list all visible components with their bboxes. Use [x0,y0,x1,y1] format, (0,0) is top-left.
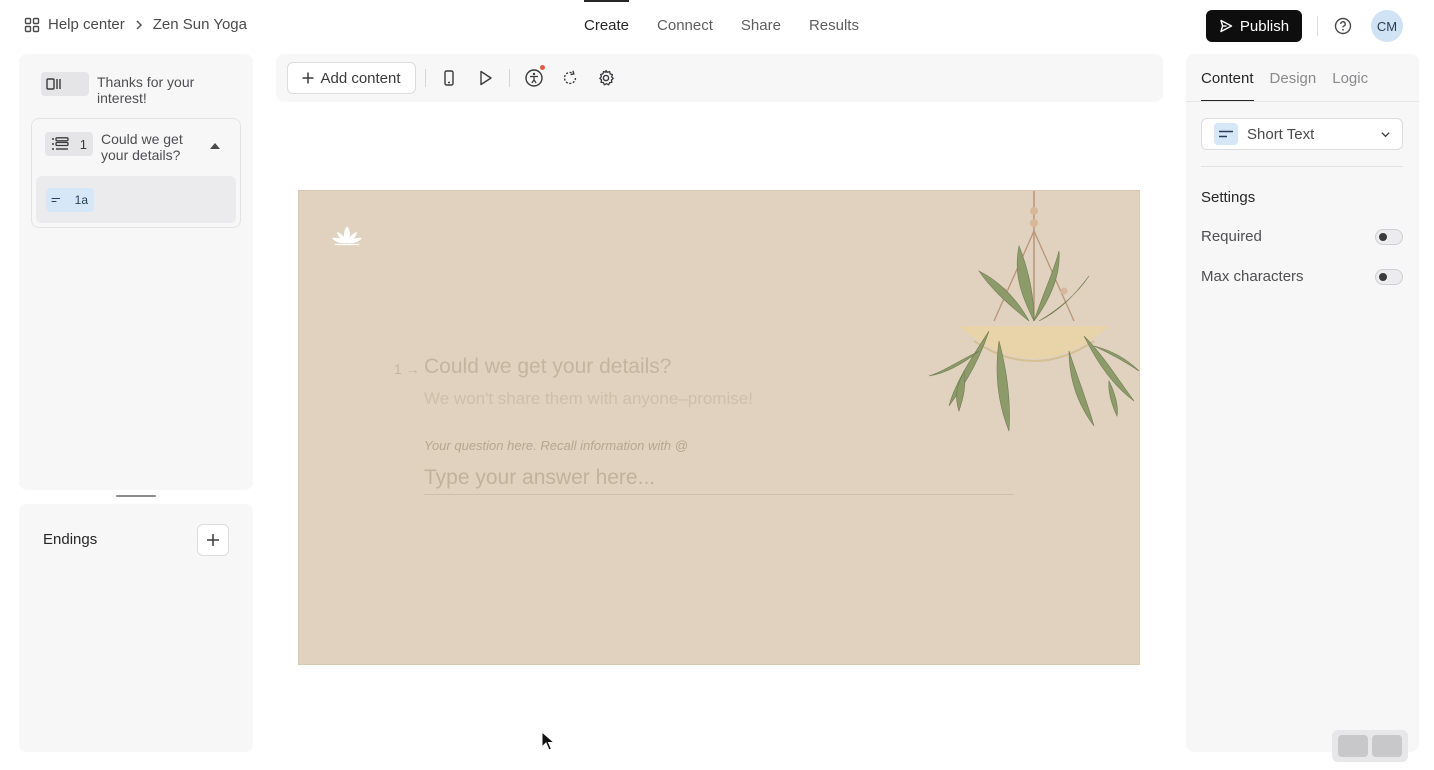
add-content-label: Add content [320,69,401,87]
welcome-text: Thanks for your interest! [97,74,195,106]
section-divider [1201,166,1403,167]
tab-logic[interactable]: Logic [1332,54,1368,102]
canvas-question-hint[interactable]: Your question here. Recall information w… [424,438,688,453]
loop-icon[interactable] [560,68,580,88]
settings-heading: Settings [1201,189,1256,206]
plus-icon [302,72,314,84]
question-type-value: Short Text [1247,125,1315,143]
publish-button[interactable]: Publish [1206,10,1302,42]
tab-share[interactable]: Share [727,0,795,52]
tab-content[interactable]: Content [1201,54,1254,102]
tab-connect[interactable]: Connect [643,0,727,52]
question-number: 1 [79,136,87,152]
tab-create[interactable]: Create [570,0,643,52]
subquestion-item[interactable]: 1a [36,176,236,223]
question-chip: 1 [45,132,93,156]
mouse-cursor-icon [541,731,555,751]
multi-question-icon [52,137,69,150]
lotus-logo-icon [332,226,362,246]
properties-panel: Content Design Logic Short Text Settings… [1186,54,1419,752]
canvas-question-number: 1 → [394,361,420,377]
toolbar-divider [509,69,510,87]
question-group-text: Could we get your details? [101,131,183,163]
form-canvas[interactable]: 1 → Could we get your details? We won't … [298,190,1140,665]
setting-required-label: Required [1201,228,1262,245]
chevron-right-icon [136,19,142,30]
editor-toolbar: Add content [276,54,1163,102]
question-type-select[interactable]: Short Text [1201,118,1403,150]
subquestion-chip: 1a [46,188,94,212]
setting-max-characters-label: Max characters [1201,268,1304,285]
panel-resize-handle[interactable] [116,495,156,497]
toolbar-divider [425,69,426,87]
endings-panel: Endings [19,504,253,752]
short-text-icon [1219,130,1233,138]
tab-design[interactable]: Design [1270,54,1317,102]
send-icon [1220,19,1233,33]
plus-icon [207,534,219,546]
main-nav: Create Connect Share Results [570,0,873,52]
setting-max-characters: Max characters [1201,268,1403,285]
settings-icon[interactable] [596,68,616,88]
add-ending-button[interactable] [197,524,229,556]
header-divider [1317,16,1318,36]
notification-dot [540,65,545,70]
chevron-down-icon [1381,132,1390,138]
play-icon[interactable] [475,68,495,88]
welcome-card[interactable]: Thanks for your interest! [41,72,207,106]
collapse-caret-icon[interactable] [210,143,220,149]
grid-apps-icon[interactable] [24,17,40,33]
breadcrumb: Help center Zen Sun Yoga [24,16,247,33]
setting-required: Required [1201,228,1403,245]
draw-control-icon[interactable] [1372,735,1402,757]
hanging-plant-illustration [928,191,1140,432]
tabs-divider [1186,101,1419,102]
question-list-panel: Thanks for your interest! 1 Could we get… [19,54,253,490]
top-header: Help center Zen Sun Yoga Create Connect … [0,0,1434,52]
required-toggle[interactable] [1375,228,1403,245]
pause-control-icon[interactable] [1338,735,1368,757]
question-group-header: 1 Could we get your details? [45,131,201,163]
accessibility-icon[interactable] [524,68,544,88]
help-icon[interactable] [1334,17,1352,35]
subquestion-label: 1a [74,193,88,207]
canvas-question-title[interactable]: Could we get your details? [424,355,671,379]
type-badge [1214,123,1238,145]
breadcrumb-root[interactable]: Help center [48,16,125,33]
tab-results[interactable]: Results [795,0,873,52]
breadcrumb-current[interactable]: Zen Sun Yoga [153,16,247,33]
short-text-icon [51,198,61,202]
add-content-button[interactable]: Add content [287,62,416,94]
question-group[interactable]: 1 Could we get your details? 1a [31,118,241,228]
answer-input[interactable] [424,461,1014,495]
recording-widget[interactable] [1332,730,1408,762]
welcome-screen-icon [46,78,61,90]
mobile-preview-icon[interactable] [439,68,459,88]
arrow-right-icon: → [405,361,420,377]
publish-label: Publish [1239,17,1290,35]
max-characters-toggle[interactable] [1375,268,1403,285]
properties-tabs: Content Design Logic [1201,54,1368,102]
question-number-text: 1 [394,361,402,377]
avatar[interactable]: CM [1371,10,1403,42]
canvas-question-subtitle[interactable]: We won't share them with anyone–promise! [424,389,753,409]
app-root: Help center Zen Sun Yoga Create Connect … [0,0,1434,770]
welcome-chip [41,72,89,96]
endings-label: Endings [43,531,98,548]
